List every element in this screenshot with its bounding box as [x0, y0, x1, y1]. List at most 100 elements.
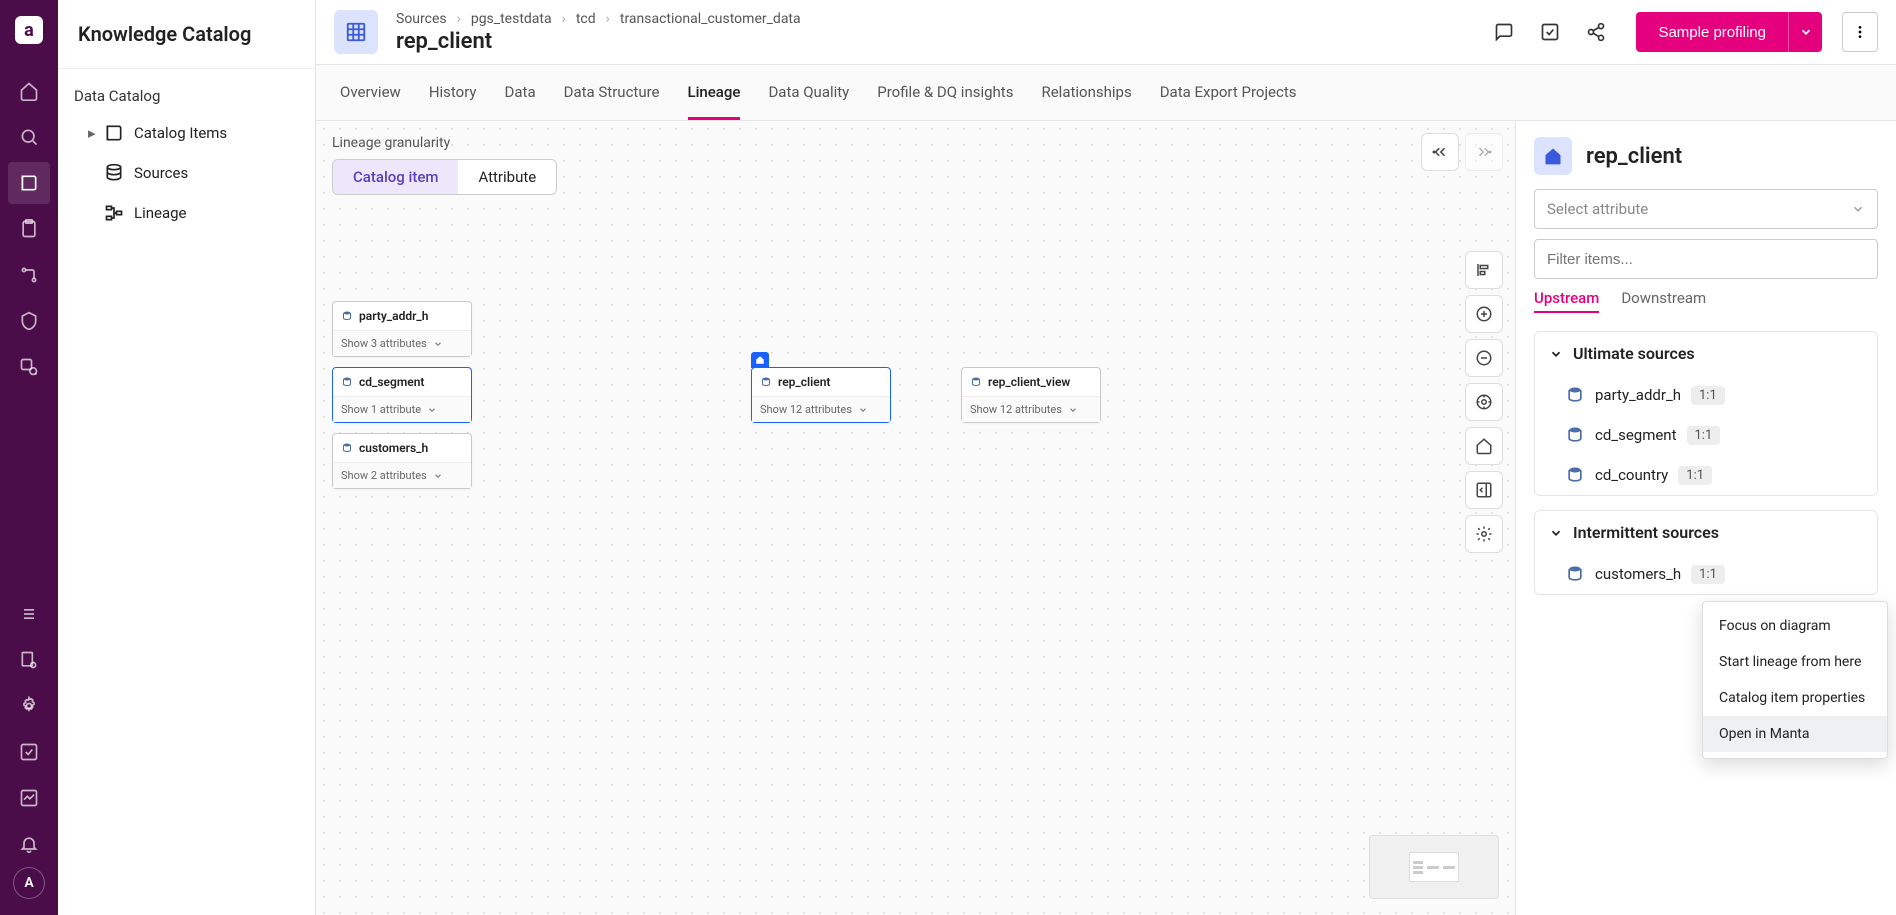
tab-data-quality[interactable]: Data Quality: [768, 65, 849, 120]
ratio-badge: 1:1: [1678, 466, 1712, 485]
node-rep_client[interactable]: rep_client Show 12 attributes: [751, 367, 891, 423]
home-marker-icon: [751, 352, 769, 368]
sample-profiling-button[interactable]: Sample profiling: [1636, 12, 1788, 52]
breadcrumb-item[interactable]: tcd: [576, 11, 596, 27]
source-item[interactable]: party_addr_h 1:1: [1535, 375, 1877, 415]
node-cd_segment[interactable]: cd_segment Show 1 attribute: [332, 367, 472, 423]
source-name: party_addr_h: [1595, 386, 1681, 404]
section-title: Intermittent sources: [1573, 523, 1719, 542]
elephant-icon: [1565, 425, 1585, 445]
elephant-icon: [1565, 385, 1585, 405]
section-toggle[interactable]: Ultimate sources: [1535, 332, 1877, 375]
ctx-focus-diagram[interactable]: Focus on diagram: [1703, 608, 1887, 644]
shield-icon[interactable]: [8, 300, 50, 342]
ctx-start-lineage[interactable]: Start lineage from here: [1703, 644, 1887, 680]
section-toggle[interactable]: Intermittent sources: [1535, 511, 1877, 554]
filter-input[interactable]: [1534, 239, 1878, 279]
activity-icon[interactable]: [8, 777, 50, 819]
sidebar-item-label: Catalog Items: [134, 124, 227, 142]
sample-profiling-dropdown[interactable]: [1788, 12, 1822, 52]
elephant-icon: [1565, 564, 1585, 584]
sidebar-item-lineage[interactable]: Lineage: [58, 193, 315, 233]
flow-icon[interactable]: [8, 254, 50, 296]
chevron-down-icon: [1068, 405, 1078, 415]
select-attribute-dropdown[interactable]: Select attribute: [1534, 189, 1878, 229]
clipboard-icon[interactable]: [8, 208, 50, 250]
tab-data-structure[interactable]: Data Structure: [564, 65, 660, 120]
gear-icon[interactable]: [8, 685, 50, 727]
page-title: rep_client: [396, 29, 801, 54]
source-item[interactable]: customers_h 1:1: [1535, 554, 1877, 594]
node-expand[interactable]: Show 12 attributes: [752, 396, 890, 422]
node-expand[interactable]: Show 1 attribute: [333, 396, 471, 422]
elephant-icon: [970, 376, 982, 388]
sidebar-item-catalog-items[interactable]: ▸ Catalog Items: [58, 113, 315, 153]
source-item[interactable]: cd_country 1:1: [1535, 455, 1877, 495]
ratio-badge: 1:1: [1691, 565, 1725, 584]
bell-icon[interactable]: [8, 823, 50, 865]
elephant-icon: [341, 376, 353, 388]
node-customers_h[interactable]: customers_h Show 2 attributes: [332, 433, 472, 489]
tab-profile-dq[interactable]: Profile & DQ insights: [877, 65, 1013, 120]
source-name: customers_h: [1595, 565, 1681, 583]
tab-downstream[interactable]: Downstream: [1621, 289, 1706, 313]
section-title: Ultimate sources: [1573, 344, 1695, 363]
node-expand[interactable]: Show 2 attributes: [333, 462, 471, 488]
doc-search-icon[interactable]: [8, 639, 50, 681]
share-icon[interactable]: [1576, 12, 1616, 52]
tab-export[interactable]: Data Export Projects: [1160, 65, 1297, 120]
tab-relationships[interactable]: Relationships: [1041, 65, 1131, 120]
chevron-down-icon: [433, 339, 443, 349]
comment-icon[interactable]: [1484, 12, 1524, 52]
chevron-down-icon: [433, 471, 443, 481]
sidebar-item-label: Lineage: [134, 204, 187, 222]
breadcrumb-item[interactable]: pgs_testdata: [471, 11, 552, 27]
node-rep_client_view[interactable]: rep_client_view Show 12 attributes: [961, 367, 1101, 423]
node-title: rep_client_view: [988, 375, 1070, 389]
elephant-icon: [341, 310, 353, 322]
elephant-icon: [341, 442, 353, 454]
tab-upstream[interactable]: Upstream: [1534, 289, 1599, 313]
catalog-icon[interactable]: [8, 162, 50, 204]
minimap[interactable]: [1369, 835, 1499, 899]
avatar[interactable]: A: [13, 867, 45, 899]
sidebar-item-label: Sources: [134, 164, 188, 182]
home-icon[interactable]: [8, 70, 50, 112]
table-icon: [334, 10, 378, 54]
ctx-open-manta[interactable]: Open in Manta: [1703, 716, 1887, 752]
database-icon: [104, 163, 124, 183]
breadcrumb-item[interactable]: Sources: [396, 11, 447, 27]
breadcrumb-item[interactable]: transactional_customer_data: [620, 11, 801, 27]
elephant-icon: [1565, 465, 1585, 485]
chevron-down-icon: [1549, 347, 1563, 361]
tab-history[interactable]: History: [429, 65, 477, 120]
tab-data[interactable]: Data: [505, 65, 536, 120]
node-title: rep_client: [778, 375, 830, 389]
tab-overview[interactable]: Overview: [340, 65, 401, 120]
ratio-badge: 1:1: [1687, 426, 1721, 445]
sidebar-section-label: Data Catalog: [58, 69, 315, 113]
sidebar-title: Knowledge Catalog: [58, 0, 315, 69]
tabs: Overview History Data Data Structure Lin…: [316, 65, 1896, 121]
source-name: cd_country: [1595, 466, 1668, 484]
ratio-badge: 1:1: [1691, 386, 1725, 405]
checkbox-icon[interactable]: [1530, 12, 1570, 52]
node-expand[interactable]: Show 12 attributes: [962, 396, 1100, 422]
more-button[interactable]: [1842, 12, 1878, 52]
context-menu: Focus on diagram Start lineage from here…: [1702, 601, 1888, 759]
lineage-canvas[interactable]: Lineage granularity Catalog item Attribu…: [316, 121, 1516, 915]
list-icon[interactable]: [8, 593, 50, 635]
source-name: cd_segment: [1595, 426, 1677, 444]
explore-icon[interactable]: [8, 346, 50, 388]
right-panel: rep_client Select attribute Upstream Dow…: [1516, 121, 1896, 915]
sidebar-item-sources[interactable]: Sources: [58, 153, 315, 193]
tab-lineage[interactable]: Lineage: [688, 65, 741, 120]
check-icon[interactable]: [8, 731, 50, 773]
source-item[interactable]: cd_segment 1:1: [1535, 415, 1877, 455]
ctx-item-properties[interactable]: Catalog item properties: [1703, 680, 1887, 716]
search-icon[interactable]: [8, 116, 50, 158]
section-intermittent-sources: Intermittent sources customers_h 1:1: [1534, 510, 1878, 595]
node-party_addr_h[interactable]: party_addr_h Show 3 attributes: [332, 301, 472, 357]
elephant-icon: [760, 376, 772, 388]
node-expand[interactable]: Show 3 attributes: [333, 330, 471, 356]
